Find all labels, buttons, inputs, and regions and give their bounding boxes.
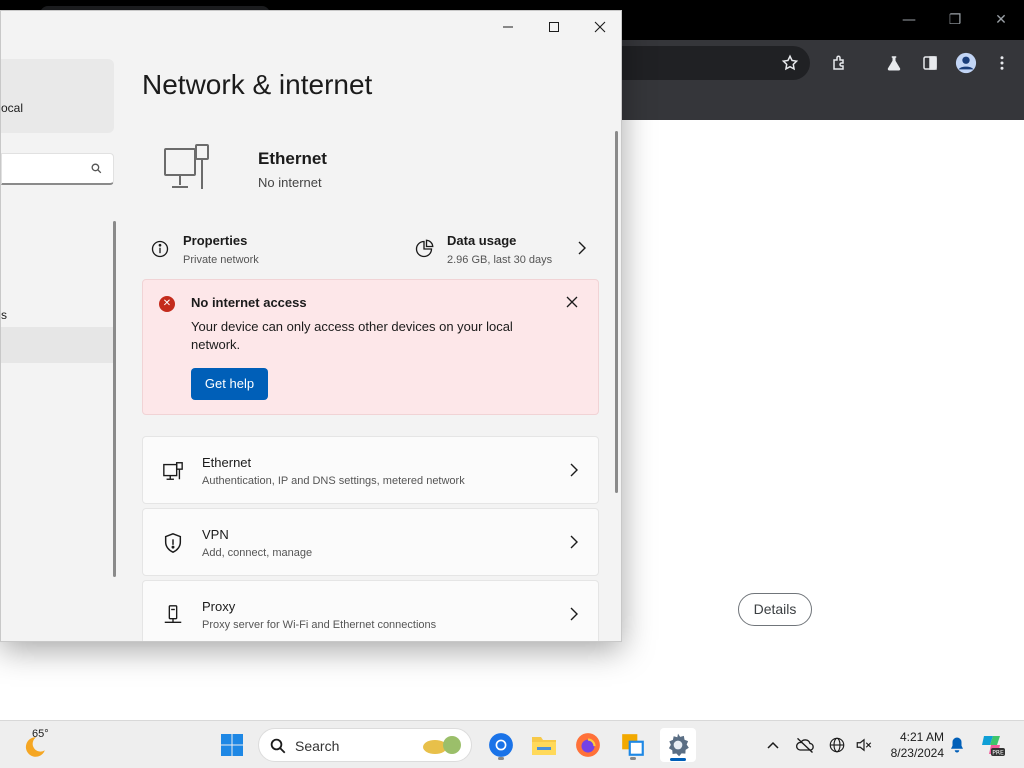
card-subtitle: Authentication, IP and DNS settings, met… <box>202 475 465 487</box>
get-help-button[interactable]: Get help <box>191 368 268 400</box>
properties-subtitle: Private network <box>183 254 259 266</box>
browser-restore-button[interactable]: ❐ <box>932 6 978 34</box>
vpn-shield-icon <box>161 531 185 555</box>
navigation-pane: ocal s <box>1 11 119 641</box>
data-usage-subtitle: 2.96 GB, last 30 days <box>447 254 553 266</box>
settings-window: ocal s Network & internet Ethernet No in… <box>0 10 622 642</box>
details-button[interactable]: Details <box>738 593 812 626</box>
info-icon <box>150 239 170 264</box>
properties-title: Properties <box>183 233 248 248</box>
browser-close-button[interactable]: ✕ <box>978 6 1024 34</box>
notification-bell-icon[interactable] <box>941 729 973 761</box>
proxy-icon <box>161 603 185 627</box>
vpn-card[interactable]: VPN Add, connect, manage <box>142 508 599 576</box>
extensions-icon[interactable] <box>827 50 853 76</box>
proxy-card[interactable]: Proxy Proxy server for Wi-Fi and Etherne… <box>142 580 599 641</box>
page-title: Network & internet <box>142 69 373 100</box>
data-usage-pie-icon <box>414 239 434 264</box>
firefox-icon[interactable] <box>572 729 604 761</box>
content-scrollbar[interactable] <box>615 131 618 493</box>
find-setting-input[interactable] <box>1 153 114 185</box>
card-subtitle: Add, connect, manage <box>202 547 313 559</box>
card-title: Ethernet <box>202 455 252 470</box>
labs-flask-icon[interactable] <box>881 50 907 76</box>
chevron-right-icon <box>568 535 580 554</box>
search-label: Search <box>295 738 340 754</box>
chevron-right-icon <box>568 607 580 626</box>
taskbar-search-box[interactable]: Search <box>258 728 472 762</box>
svg-text:PRE: PRE <box>992 750 1004 757</box>
onedrive-offline-icon[interactable] <box>789 729 821 761</box>
clock-time: 4:21 AM <box>899 730 944 744</box>
search-icon <box>269 737 287 760</box>
no-internet-alert: ✕ No internet access Your device can onl… <box>142 279 599 415</box>
connection-header: Ethernet No internet <box>142 139 612 199</box>
chrome-app-icon[interactable] <box>485 729 517 761</box>
file-explorer-icon[interactable] <box>528 729 560 761</box>
browser-menu-icon[interactable] <box>989 50 1015 76</box>
card-title: Proxy <box>202 599 236 614</box>
ethernet-icon <box>161 459 185 483</box>
nav-item-network-internet[interactable] <box>1 327 113 363</box>
windows-start-icon[interactable] <box>216 729 248 761</box>
search-icon <box>90 162 103 180</box>
running-indicator <box>630 757 636 760</box>
connection-name: Ethernet <box>258 149 327 168</box>
weather-temperature: 65° <box>32 728 49 740</box>
ethernet-monitor-icon <box>162 143 212 198</box>
nav-item-label: s <box>1 308 7 322</box>
nav-scrollbar[interactable] <box>113 221 116 577</box>
chevron-right-icon <box>576 241 588 260</box>
error-icon: ✕ <box>159 296 175 312</box>
properties-row[interactable]: Properties Private network Data usage 2.… <box>142 221 599 277</box>
running-indicator <box>498 757 504 760</box>
bookmark-star-icon[interactable] <box>777 50 803 76</box>
card-title: VPN <box>202 527 229 542</box>
chevron-right-icon <box>568 463 580 482</box>
card-subtitle: Proxy server for Wi-Fi and Ethernet conn… <box>202 619 437 631</box>
connection-status: No internet <box>258 175 322 190</box>
alert-close-icon[interactable] <box>562 292 582 312</box>
profile-avatar-icon[interactable] <box>953 50 979 76</box>
clock-date: 8/23/2024 <box>890 746 944 760</box>
taskbar: 65° Search 4:21 AM 8/23/2024 PRE <box>0 720 1024 768</box>
user-email: ocal <box>1 101 24 115</box>
alert-message: Your device can only access other device… <box>191 319 513 352</box>
data-usage-title: Data usage <box>447 233 517 248</box>
remote-desktop-icon[interactable] <box>617 729 649 761</box>
user-account-card[interactable]: ocal <box>1 59 114 133</box>
settings-app-icon[interactable] <box>660 728 696 762</box>
browser-minimize-button[interactable]: — <box>886 6 932 34</box>
content-pane: Network & internet Ethernet No internet … <box>119 11 621 641</box>
chevron-up-icon[interactable] <box>757 729 789 761</box>
search-highlight-icon <box>421 733 465 762</box>
system-clock[interactable]: 4:21 AM 8/23/2024 <box>884 729 944 761</box>
side-panel-icon[interactable] <box>917 50 943 76</box>
running-indicator <box>670 758 686 761</box>
speaker-muted-icon[interactable] <box>848 729 880 761</box>
alert-title: No internet access <box>191 295 307 310</box>
copilot-pre-icon[interactable]: PRE <box>976 729 1008 761</box>
ethernet-card[interactable]: Ethernet Authentication, IP and DNS sett… <box>142 436 599 504</box>
